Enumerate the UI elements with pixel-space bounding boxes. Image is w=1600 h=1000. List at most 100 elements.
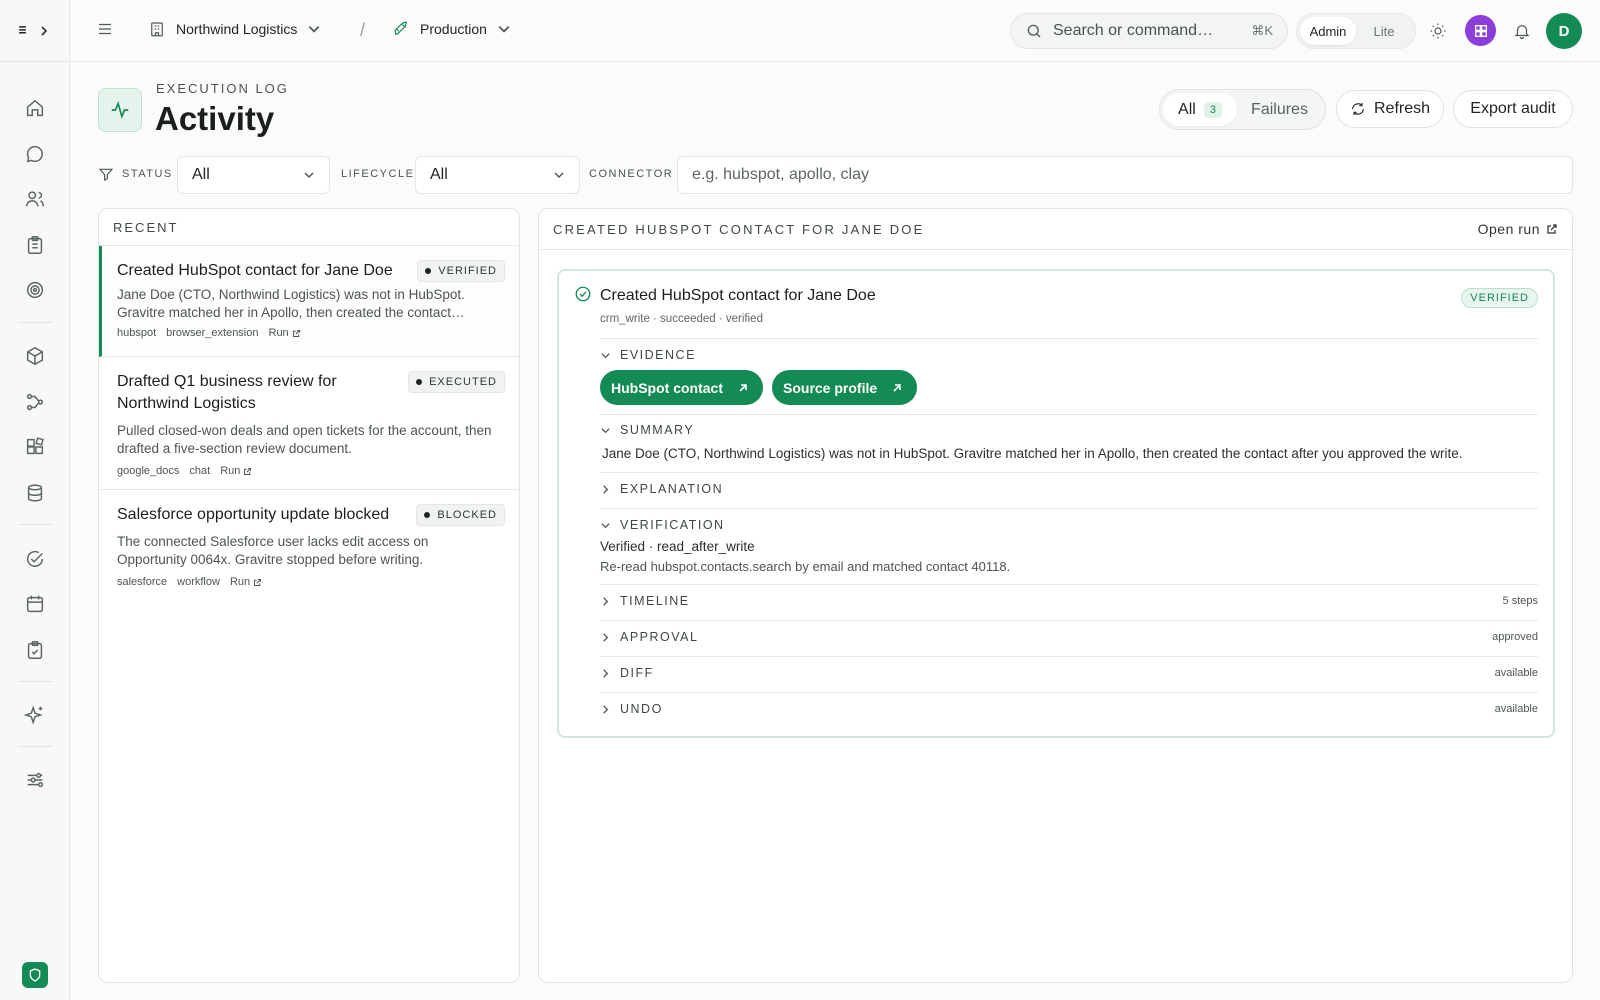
theme-sun-icon[interactable]	[1422, 15, 1454, 47]
page-eyebrow: EXECUTION LOG	[156, 81, 289, 96]
lifecycle-filter-label: LIFECYCLE	[341, 168, 415, 180]
list-item-description: Pulled closed-won deals and open tickets…	[117, 423, 492, 456]
app-logo: ≡	[18, 23, 27, 38]
environment-switcher[interactable]: Production	[392, 20, 511, 38]
refresh-button[interactable]: Refresh	[1336, 90, 1444, 128]
verification-detail: Re-read hubspot.contacts.search by email…	[600, 559, 1011, 574]
security-shield-icon[interactable]	[22, 962, 48, 988]
chevron-down-icon	[304, 172, 314, 179]
detail-panel: CREATED HUBSPOT CONTACT FOR JANE DOE Ope…	[538, 208, 1573, 983]
apps-icon[interactable]	[22, 434, 48, 460]
external-link-icon	[1547, 224, 1557, 234]
undo-section-toggle[interactable]: UNDO available	[600, 702, 1538, 716]
hubspot-contact-button[interactable]: HubSpot contact	[600, 370, 763, 405]
source-profile-label: Source profile	[783, 379, 878, 396]
run-link[interactable]: Run	[269, 327, 301, 339]
list-item-title: Salesforce opportunity update blocked	[117, 506, 390, 523]
section-divider	[600, 692, 1538, 693]
status-select[interactable]: All	[177, 156, 330, 194]
rocket-icon	[394, 21, 407, 36]
run-link-label: Run	[220, 465, 241, 477]
calendar-icon[interactable]	[22, 591, 48, 617]
summary-section-toggle[interactable]: SUMMARY	[600, 423, 1538, 437]
diff-section-toggle[interactable]: DIFF available	[600, 666, 1538, 680]
database-icon[interactable]	[22, 480, 48, 506]
check-circle-icon[interactable]	[22, 546, 48, 572]
list-item[interactable]: Salesforce opportunity update blocked BL…	[99, 490, 519, 602]
verification-section-toggle[interactable]: VERIFICATION	[600, 518, 1538, 532]
target-icon[interactable]	[22, 277, 48, 303]
timeline-section-toggle[interactable]: TIMELINE 5 steps	[600, 594, 1538, 608]
workspace-switcher[interactable]: Northwind Logistics	[148, 20, 321, 38]
status-badge: VERIFIED	[417, 260, 505, 282]
lifecycle-select-value: All	[430, 166, 448, 183]
undo-meta: available	[1494, 703, 1538, 715]
run-link[interactable]: Run	[220, 465, 252, 477]
mode-toggle[interactable]: Admin Lite	[1296, 13, 1416, 49]
export-audit-button[interactable]: Export audit	[1453, 90, 1573, 128]
list-item-description: The connected Salesforce user lacks edit…	[117, 534, 429, 567]
user-avatar[interactable]: D	[1546, 13, 1582, 49]
checklist-icon[interactable]	[22, 637, 48, 663]
recent-list-panel: RECENT Created HubSpot contact for Jane …	[98, 208, 520, 983]
list-item[interactable]: Drafted Q1 business review for Northwind…	[99, 357, 519, 490]
bell-icon[interactable]	[1506, 15, 1538, 47]
chat-icon[interactable]	[22, 141, 48, 167]
sidebar-top: ≡	[0, 0, 69, 62]
list-item-description-continued: Gravitre matched her in Apollo, then cre…	[117, 305, 465, 320]
sparkles-icon[interactable]	[22, 702, 48, 728]
top-header: Northwind Logistics / Production Search …	[70, 0, 1600, 62]
connector-input[interactable]	[677, 156, 1573, 194]
home-icon[interactable]	[22, 95, 48, 121]
approval-section-toggle[interactable]: APPROVAL approved	[600, 630, 1538, 644]
mode-lite[interactable]: Lite	[1356, 17, 1412, 45]
run-link[interactable]: Run	[230, 576, 262, 588]
users-icon[interactable]	[22, 186, 48, 212]
open-run-link[interactable]: Open run	[1478, 221, 1558, 237]
diff-meta: available	[1494, 667, 1538, 679]
connector-tag: salesforce	[117, 576, 168, 588]
mode-admin[interactable]: Admin	[1300, 17, 1356, 45]
sidebar-divider	[18, 524, 52, 525]
package-icon[interactable]	[22, 343, 48, 369]
summary-text: Jane Doe (CTO, Northwind Logistics) was …	[602, 446, 1463, 461]
apps-launcher-icon[interactable]	[1465, 15, 1496, 46]
card-title: Created HubSpot contact for Jane Doe	[600, 287, 876, 304]
source-profile-button[interactable]: Source profile	[772, 370, 918, 405]
chevron-right-icon	[603, 632, 609, 642]
explanation-section-toggle[interactable]: EXPLANATION	[600, 482, 1538, 496]
lifecycle-select[interactable]: All	[415, 156, 580, 194]
verification-status: Verified · read_after_write	[600, 539, 755, 554]
diff-label: DIFF	[620, 666, 654, 680]
external-link-icon	[254, 578, 262, 586]
activity-filter-segment: All 3 Failures	[1159, 89, 1326, 130]
external-link-icon	[292, 329, 300, 337]
segment-all[interactable]: All 3	[1163, 93, 1237, 126]
list-item-title: Drafted Q1 business review for Northwind…	[117, 373, 337, 412]
evidence-section-toggle[interactable]: EVIDENCE	[600, 348, 1538, 362]
chevron-right-icon	[603, 484, 609, 494]
menu-icon[interactable]	[96, 20, 114, 38]
list-item[interactable]: Created HubSpot contact for Jane Doe VER…	[99, 246, 519, 357]
search-placeholder: Search or command…	[1053, 22, 1214, 39]
chevron-right-icon	[603, 668, 609, 678]
expand-sidebar-icon[interactable]	[38, 25, 50, 37]
chevron-down-icon	[601, 427, 610, 433]
clipboard-icon[interactable]	[22, 232, 48, 258]
evidence-label: EVIDENCE	[620, 348, 696, 362]
chevron-right-icon	[603, 596, 609, 606]
status-badge-label: VERIFIED	[438, 265, 497, 277]
chevron-down-icon	[309, 26, 320, 33]
sliders-icon[interactable]	[22, 767, 48, 793]
timeline-label: TIMELINE	[620, 594, 690, 608]
segment-failures[interactable]: Failures	[1237, 101, 1322, 119]
chevron-down-icon	[554, 172, 564, 179]
workflow-icon[interactable]	[22, 389, 48, 415]
command-search[interactable]: Search or command… ⌘K	[1010, 13, 1288, 49]
run-link-label: Run	[268, 327, 289, 339]
summary-label: SUMMARY	[620, 423, 695, 437]
section-divider	[600, 620, 1538, 621]
workspace-name: Northwind Logistics	[176, 21, 298, 37]
section-divider	[600, 472, 1538, 473]
verified-badge: VERIFIED	[1461, 288, 1538, 308]
